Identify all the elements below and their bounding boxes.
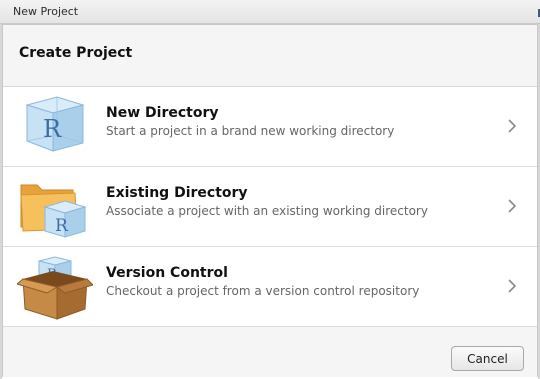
svg-text:R: R: [55, 216, 69, 236]
option-new-directory[interactable]: R New Directory Start a project in a bra…: [3, 87, 537, 167]
window-title: New Project: [13, 5, 79, 18]
option-existing-directory[interactable]: R Existing Directory Associate a project…: [3, 167, 537, 247]
folder-r-icon: R: [20, 184, 87, 238]
window-titlebar[interactable]: New Project: [0, 0, 540, 24]
project-options-list: R New Directory Start a project in a bra…: [3, 87, 537, 327]
cancel-button[interactable]: Cancel: [451, 346, 524, 371]
option-label: Existing Directory: [106, 185, 248, 201]
page-title: Create Project: [19, 45, 133, 61]
r-cube-icon: R: [25, 96, 85, 152]
svg-text:R: R: [43, 115, 62, 143]
option-description: Start a project in a brand new working d…: [106, 124, 395, 138]
dialog-header: Create Project: [3, 25, 537, 87]
option-label: Version Control: [106, 265, 228, 281]
dialog-footer: Cancel: [3, 327, 537, 377]
option-label: New Directory: [106, 105, 219, 121]
chevron-right-icon: [508, 119, 517, 133]
option-description: Checkout a project from a version contro…: [106, 284, 420, 298]
box-r-icon: R: [17, 256, 93, 320]
chevron-right-icon: [508, 199, 517, 213]
option-version-control[interactable]: R Version Control Checkout a project fro…: [3, 247, 537, 327]
option-description: Associate a project with an existing wor…: [106, 204, 428, 218]
chevron-right-icon: [508, 279, 517, 293]
create-project-dialog: Create Project R New Directory Start a p…: [2, 24, 538, 377]
